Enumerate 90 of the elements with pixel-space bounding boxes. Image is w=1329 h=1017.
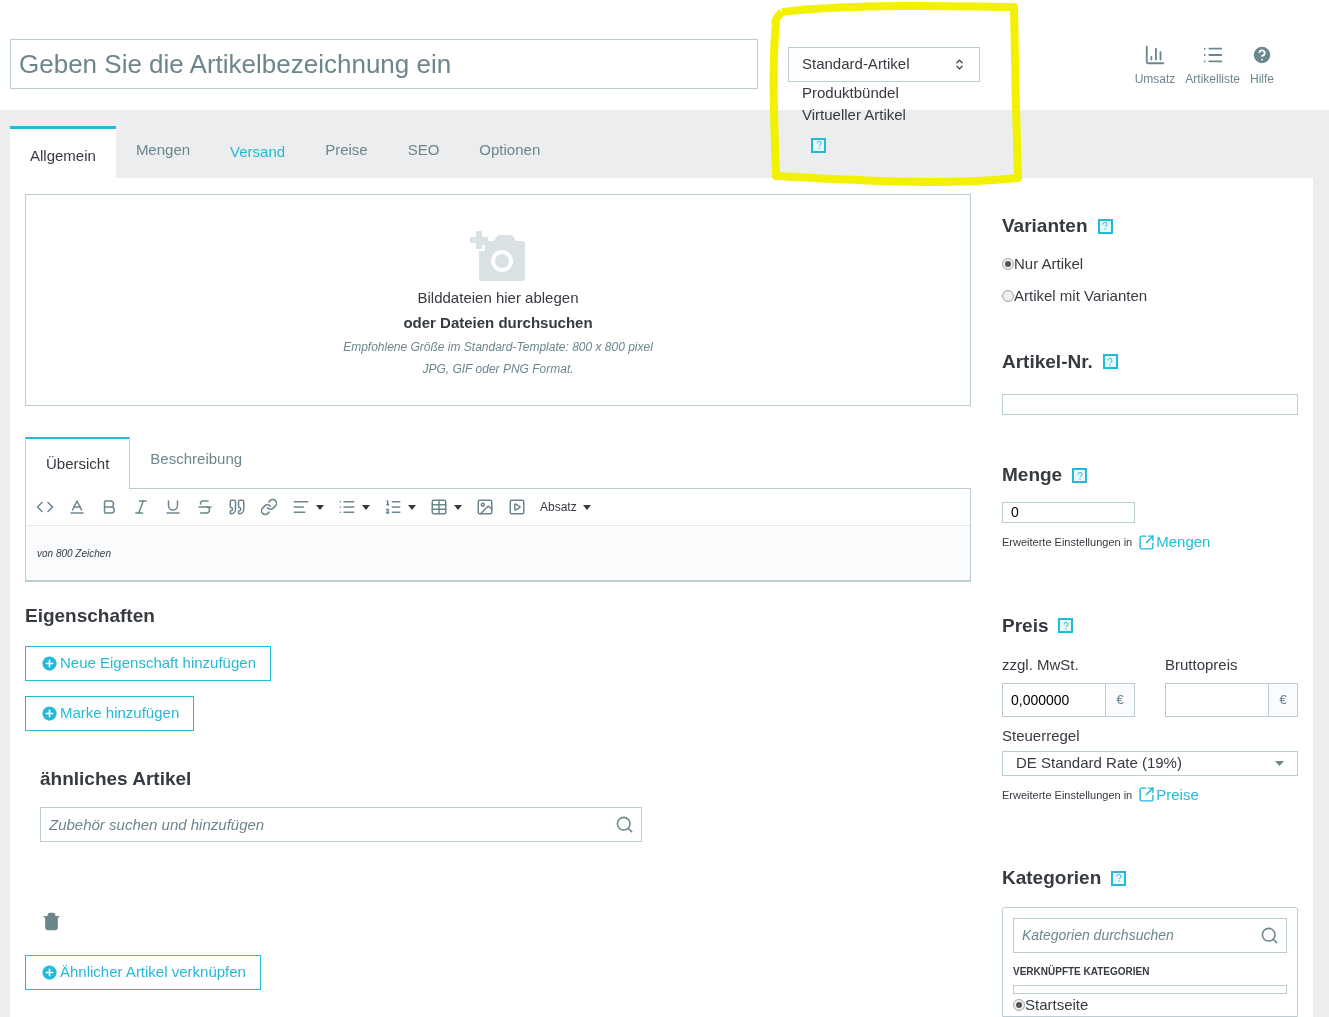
settings-link[interactable]: Mengen (1138, 531, 1211, 554)
external-link-icon (1138, 786, 1156, 804)
section-heading: Preis (1002, 613, 1049, 638)
section-heading: ähnliches Artikel (40, 766, 193, 791)
radio-label: Nur Artikel (1014, 253, 1084, 274)
add-button[interactable]: Marke hinzufügen (25, 695, 195, 731)
caret-icon (1275, 760, 1284, 766)
trash-icon[interactable] (42, 912, 61, 931)
size-hint: Empfohlene Größe im Standard-Template: 800 x 800 pixel (343, 339, 653, 356)
bullet-list-icon[interactable] (338, 498, 356, 516)
updown-icon (953, 58, 966, 71)
character-counter: von 800 Zeichen (37, 546, 111, 561)
plus-icon (40, 703, 59, 723)
hint-text: Erweiterte Einstellungen in (1002, 535, 1133, 550)
net-price-field[interactable]: 0,000000 (1002, 682, 1106, 717)
radio-button[interactable] (1002, 290, 1014, 303)
add-button[interactable]: Neue Eigenschaft hinzufügen (25, 645, 271, 681)
radio-button[interactable] (1002, 257, 1014, 270)
radio-button[interactable] (1013, 998, 1025, 1011)
select-option[interactable]: Virtueller Artikel (788, 104, 980, 126)
accessory-search-field[interactable]: Zubehör suchen und hinzufügen (40, 807, 642, 842)
category-search-field[interactable]: Kategorien durchsuchen (1013, 917, 1287, 953)
link-icon[interactable] (260, 498, 278, 516)
help-icon[interactable] (1072, 468, 1088, 483)
editor-tab[interactable]: Beschreibung (130, 436, 263, 488)
tab[interactable]: Preise (305, 126, 388, 178)
help-icon[interactable] (1111, 870, 1127, 886)
tab[interactable]: Allgemein (10, 126, 116, 178)
camera-add-icon (468, 229, 528, 283)
tax-rule-select[interactable]: DE Standard Rate (19%) (1002, 751, 1298, 776)
paragraph-dropdown[interactable]: Absatz (540, 498, 591, 516)
plus-icon (40, 963, 59, 982)
caret-icon (362, 504, 370, 510)
tab[interactable]: Mengen (115, 126, 211, 178)
italic-icon[interactable] (132, 498, 150, 516)
help-icon (1251, 44, 1273, 66)
plus-icon (40, 653, 59, 673)
caret-icon (408, 504, 416, 510)
select-option[interactable]: Produktbündel (788, 82, 980, 104)
help-icon[interactable] (811, 137, 826, 153)
image-dropzone[interactable]: Bilddateien hier ablegen oder Dateien durchsuchen Empfohlene Größe im Standard-Template: 800 x 800 pixel JPG, GIF oder PNG Format. (25, 194, 971, 406)
radio-label: Startseite (1025, 994, 1089, 1015)
hint-text: Erweiterte Einstellungen in (1002, 787, 1133, 803)
quantity-field[interactable]: 0 (1002, 501, 1135, 523)
editor-tab[interactable]: Übersicht (25, 437, 131, 489)
sku-field[interactable] (1002, 394, 1298, 416)
header-link[interactable]: Hilfe (1250, 44, 1274, 88)
product-type-select[interactable]: Standard-Artikel (788, 47, 980, 82)
external-link-icon (1138, 533, 1156, 551)
tab[interactable]: Optionen (459, 126, 561, 178)
table-icon[interactable] (430, 498, 448, 516)
gross-price-field[interactable] (1165, 682, 1269, 717)
section-heading: Menge (1002, 463, 1063, 488)
help-icon[interactable] (1097, 218, 1113, 234)
header-link[interactable]: Umsatz (1134, 44, 1176, 88)
field-label: zzgl. MwSt. (1002, 655, 1080, 675)
header-link[interactable]: Artikelliste (1185, 44, 1240, 88)
currency-addon: € (1269, 682, 1298, 717)
text-color-icon[interactable] (68, 498, 86, 516)
section-heading: Artikel-Nr. (1002, 349, 1093, 374)
settings-link[interactable]: Preise (1138, 783, 1199, 806)
quote-icon[interactable] (228, 498, 246, 516)
field-label: Steuerregel (1002, 725, 1081, 746)
image-icon[interactable] (476, 498, 494, 516)
section-heading: Eigenschaften (25, 604, 156, 628)
dropzone-text: Bilddateien hier ablegen (417, 288, 579, 308)
linked-categories-label: VERKNÜPFTE KATEGORIEN (1013, 964, 1151, 979)
search-icon (615, 815, 634, 834)
currency-addon: € (1106, 682, 1135, 717)
title-field[interactable]: Geben Sie die Artikelbezeichnung ein (10, 39, 758, 89)
format-hint: JPG, GIF oder PNG Format. (422, 361, 574, 378)
underline-icon[interactable] (164, 498, 182, 516)
search-icon (1260, 925, 1279, 945)
numbered-list-icon[interactable] (384, 498, 402, 516)
align-icon[interactable] (292, 498, 310, 516)
chart-icon (1143, 44, 1166, 66)
browse-link[interactable]: oder Dateien durchsuchen (403, 311, 593, 334)
tab[interactable]: SEO (387, 126, 460, 178)
caret-icon (316, 504, 324, 510)
strikethrough-icon[interactable] (196, 498, 214, 516)
add-button[interactable]: Ähnlicher Artikel verknüpfen (25, 955, 261, 990)
caret-icon (582, 504, 591, 510)
radio-label: Artikel mit Varianten (1014, 286, 1148, 306)
help-icon[interactable] (1102, 354, 1118, 370)
help-icon[interactable] (1058, 618, 1074, 634)
section-heading: Kategorien (1002, 866, 1102, 890)
caret-icon (454, 504, 462, 510)
field-label: Bruttopreis (1165, 655, 1239, 675)
section-heading: Varianten (1002, 214, 1088, 238)
video-icon[interactable] (508, 498, 526, 516)
